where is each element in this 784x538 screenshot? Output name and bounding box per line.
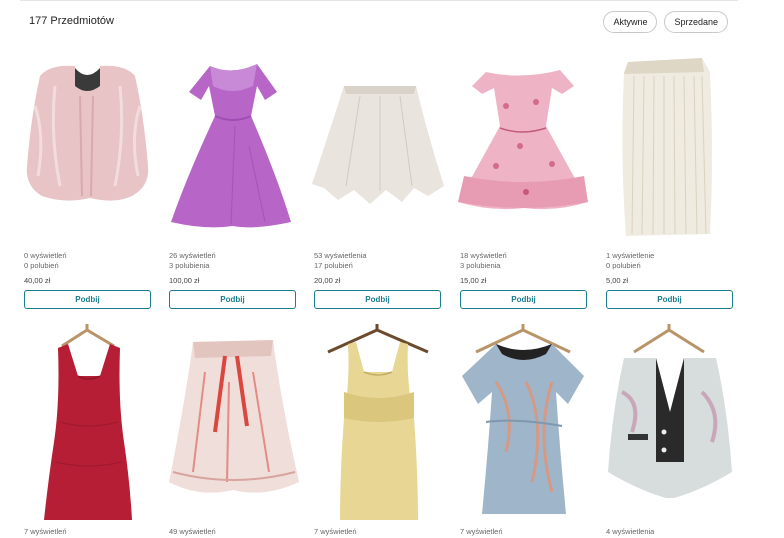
filter-group: Aktywne Sprzedane bbox=[603, 11, 728, 33]
top-divider bbox=[20, 0, 738, 1]
item-photo[interactable] bbox=[20, 322, 155, 522]
item-likes: 0 polubień bbox=[24, 260, 59, 270]
item-stats: 7 wyświetleń bbox=[24, 527, 67, 537]
red-dress-icon bbox=[44, 324, 132, 520]
item-count: 177 Przedmiotów bbox=[29, 15, 114, 27]
item-photo[interactable] bbox=[20, 46, 155, 246]
item-stats: 1 wyświetlenie 0 polubień bbox=[606, 251, 654, 270]
item-views: 0 wyświetleń bbox=[24, 251, 67, 260]
item-views: 4 wyświetlenia bbox=[606, 527, 655, 536]
bump-button[interactable]: Podbij bbox=[460, 290, 587, 309]
item-price: 20,00 zł bbox=[314, 276, 341, 285]
wardrobe-header: 177 Przedmiotów Aktywne Sprzedane bbox=[20, 10, 738, 34]
beige-skirt-icon bbox=[312, 86, 444, 204]
item-stats: 0 wyświetleń 0 polubień bbox=[24, 251, 67, 270]
item-views: 18 wyświetleń bbox=[460, 251, 507, 260]
item-stats: 18 wyświetleń 3 polubienia bbox=[460, 251, 507, 270]
pleated-skirt-icon bbox=[622, 58, 712, 236]
fur-vest-icon bbox=[26, 65, 149, 201]
item-views: 7 wyświetleń bbox=[314, 527, 357, 536]
filter-active-button[interactable]: Aktywne bbox=[603, 11, 658, 33]
item-photo[interactable] bbox=[602, 46, 737, 246]
blouse-icon bbox=[462, 324, 584, 514]
item-price: 40,00 zł bbox=[24, 276, 51, 285]
lace-skirt-icon bbox=[169, 340, 299, 493]
item-stats: 53 wyświetlenia 17 polubień bbox=[314, 251, 367, 270]
item-stats: 7 wyświetleń bbox=[314, 527, 357, 537]
item-views: 1 wyświetlenie bbox=[606, 251, 655, 260]
item-photo[interactable] bbox=[165, 46, 300, 246]
item-photo[interactable] bbox=[456, 322, 591, 522]
purple-dress-icon bbox=[171, 64, 291, 228]
floral-dress-icon bbox=[458, 70, 588, 210]
bump-button[interactable]: Podbij bbox=[606, 290, 733, 309]
waistcoat-icon bbox=[608, 324, 732, 498]
item-photo[interactable] bbox=[310, 46, 445, 246]
item-likes: 0 polubień bbox=[606, 260, 641, 270]
item-likes: 3 polubienia bbox=[169, 260, 210, 270]
item-likes: 3 polubienia bbox=[460, 260, 501, 270]
filter-sold-button[interactable]: Sprzedane bbox=[664, 11, 728, 33]
item-views: 7 wyświetleń bbox=[460, 527, 503, 536]
item-likes: 17 polubień bbox=[314, 260, 353, 270]
item-photo[interactable] bbox=[602, 322, 737, 522]
item-views: 53 wyświetlenia bbox=[314, 251, 367, 260]
bump-button[interactable]: Podbij bbox=[169, 290, 296, 309]
item-price: 15,00 zł bbox=[460, 276, 487, 285]
bump-button[interactable]: Podbij bbox=[314, 290, 441, 309]
item-photo[interactable] bbox=[310, 322, 445, 522]
item-price: 5,00 zł bbox=[606, 276, 629, 285]
item-views: 49 wyświetleń bbox=[169, 527, 216, 536]
item-price: 100,00 zł bbox=[169, 276, 200, 285]
item-stats: 7 wyświetleń bbox=[460, 527, 503, 537]
item-views: 26 wyświetleń bbox=[169, 251, 216, 260]
item-stats: 49 wyświetleń bbox=[169, 527, 216, 537]
item-stats: 4 wyświetlenia bbox=[606, 527, 654, 537]
item-stats: 26 wyświetleń 3 polubienia bbox=[169, 251, 216, 270]
item-views: 7 wyświetleń bbox=[24, 527, 67, 536]
item-photo[interactable] bbox=[165, 322, 300, 522]
bump-button[interactable]: Podbij bbox=[24, 290, 151, 309]
yellow-dress-icon bbox=[327, 324, 429, 520]
item-photo[interactable] bbox=[456, 46, 591, 246]
